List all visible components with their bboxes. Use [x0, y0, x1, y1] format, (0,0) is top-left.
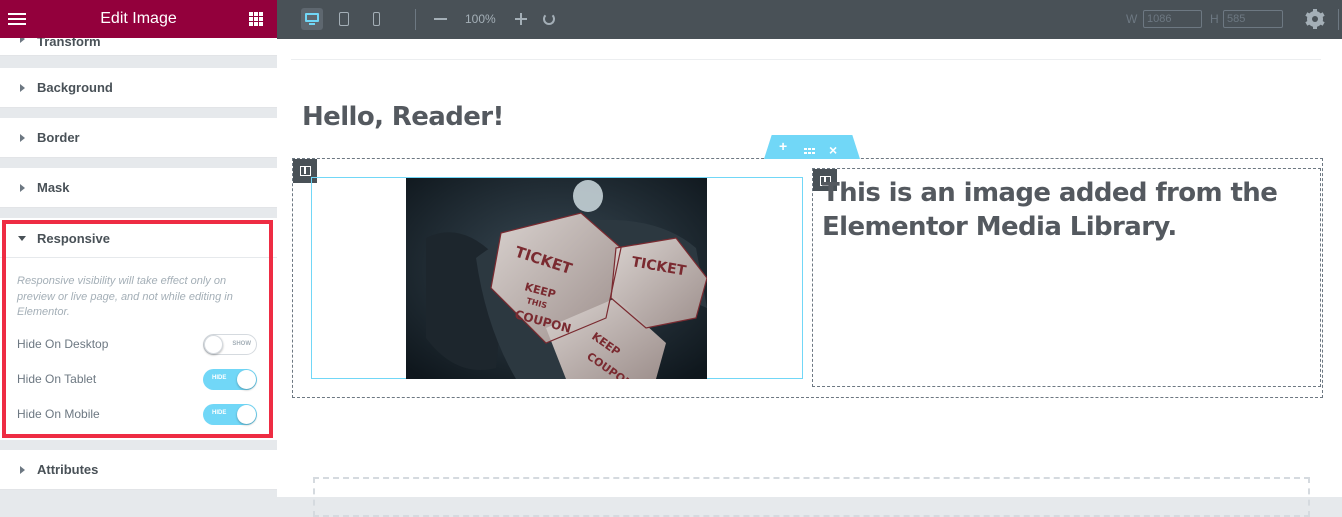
zoom-out-button[interactable] — [434, 18, 447, 20]
section-transform-label: Transform — [37, 38, 101, 49]
section-mask[interactable]: Mask — [0, 168, 277, 208]
top-toolbar: 100% W H — [277, 0, 1342, 39]
section-attributes[interactable]: Attributes — [0, 450, 277, 490]
caret-right-icon — [20, 38, 25, 43]
desktop-device-button[interactable] — [301, 8, 323, 30]
zoom-in-button[interactable] — [515, 12, 527, 26]
section-background[interactable]: Background — [0, 68, 277, 108]
width-label: W — [1126, 12, 1138, 26]
section-background-label: Background — [37, 79, 113, 95]
section-transform[interactable]: Transform — [0, 38, 277, 56]
move-section-icon[interactable] — [804, 148, 816, 154]
caret-right-icon — [20, 83, 25, 92]
toolbar-divider — [415, 9, 416, 30]
section-handle[interactable]: + × — [764, 135, 860, 159]
zoom-reset-icon[interactable] — [543, 13, 555, 25]
delete-section-icon[interactable]: × — [829, 142, 837, 158]
desktop-icon — [305, 13, 319, 22]
toolbar-divider — [1338, 9, 1339, 30]
caret-right-icon — [20, 465, 25, 474]
section-border-label: Border — [37, 129, 80, 145]
section-mask-label: Mask — [37, 179, 70, 195]
add-section-area[interactable] — [313, 477, 1310, 517]
height-label: H — [1210, 12, 1219, 26]
caret-right-icon — [20, 133, 25, 142]
widgets-grid-icon[interactable] — [249, 12, 263, 26]
ticket-roll-image[interactable]: TICKET TICKET KEEP THIS COUPON KEEP COUP… — [406, 178, 707, 379]
panel-title: Edit Image — [100, 10, 177, 27]
canvas-divider — [291, 59, 1321, 60]
section-border[interactable]: Border — [0, 118, 277, 158]
width-input[interactable] — [1143, 10, 1202, 28]
page-heading[interactable]: Hello, Reader! — [302, 102, 504, 132]
column-text-heading[interactable]: This is an image added from the Elemento… — [822, 176, 1317, 244]
mobile-icon — [373, 12, 380, 26]
tablet-icon — [339, 12, 349, 26]
responsive-highlight-box — [2, 220, 273, 438]
column-icon — [300, 166, 311, 176]
gear-icon[interactable] — [1305, 9, 1325, 29]
add-section-icon[interactable]: + — [779, 138, 787, 154]
caret-right-icon — [20, 183, 25, 192]
preview-canvas: Hello, Reader! + × TICKET TICKET KEEP TH… — [277, 39, 1342, 517]
tablet-device-button[interactable] — [333, 8, 355, 30]
editor-panel: Edit Image Transform Background Border M… — [0, 0, 277, 497]
mobile-device-button[interactable] — [365, 8, 387, 30]
zoom-level: 100% — [465, 12, 496, 26]
section-attributes-label: Attributes — [37, 461, 99, 477]
height-input[interactable] — [1223, 10, 1283, 28]
panel-header: Edit Image — [0, 0, 277, 38]
